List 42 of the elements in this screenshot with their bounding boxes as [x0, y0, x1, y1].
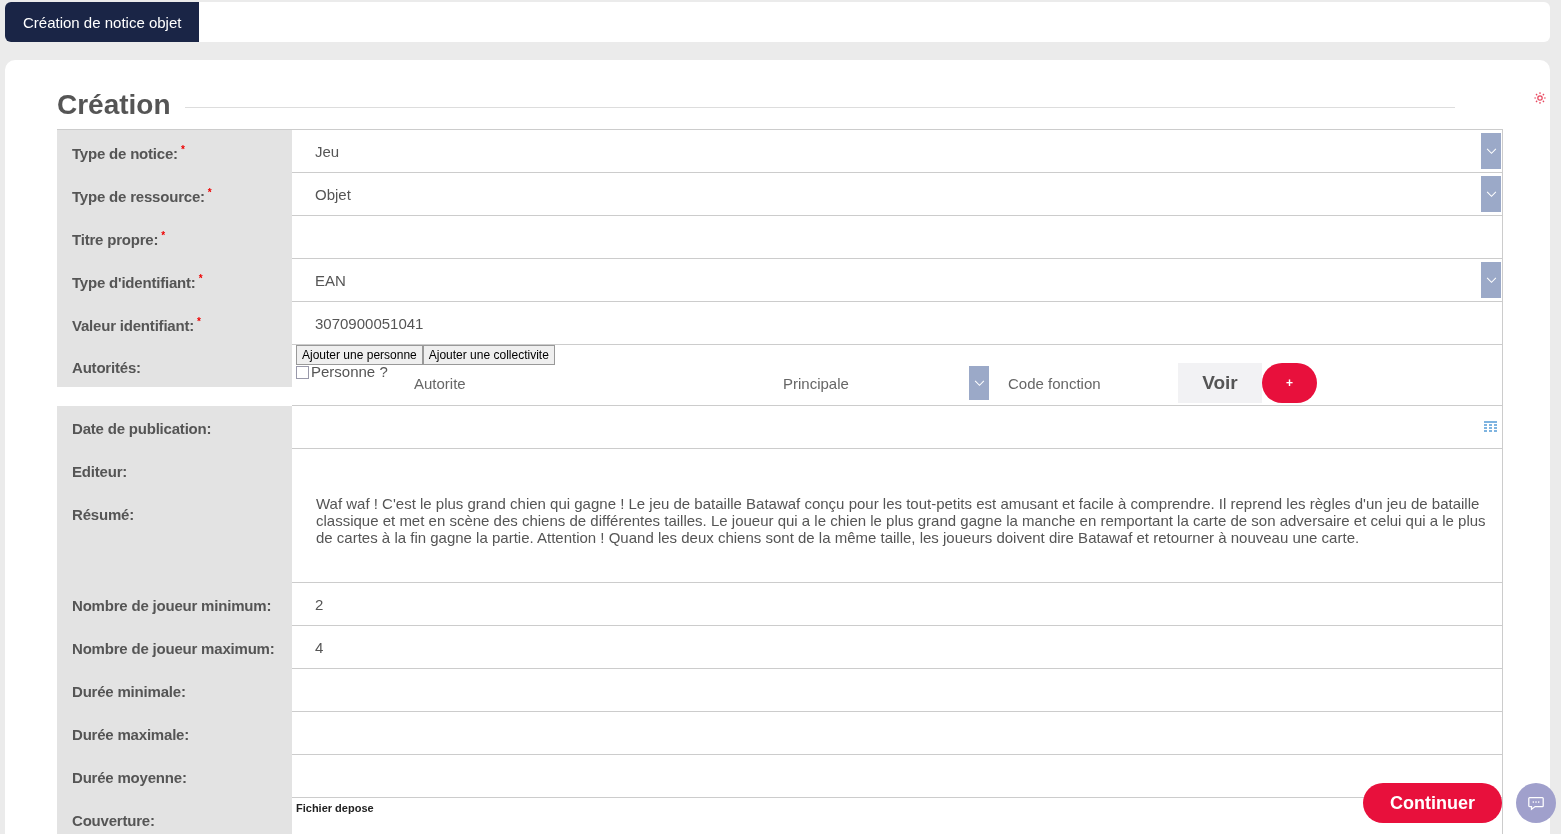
select-field[interactable]: Jeu	[292, 130, 1502, 172]
select-field[interactable]: EAN	[292, 259, 1502, 301]
input-field[interactable]: 2	[292, 583, 1502, 625]
principal-select[interactable]: Principale	[783, 374, 969, 392]
field-label: Date de publication:	[72, 420, 212, 437]
field-label: Résumé:	[72, 506, 134, 523]
field-label: Nombre de joueur maximum:	[72, 640, 275, 657]
field-label: Editeur:	[72, 463, 128, 480]
file-status: Fichier depose	[296, 802, 374, 814]
view-button[interactable]: Voir	[1178, 363, 1262, 403]
field-label: Type de ressource: $^{*}$	[72, 188, 212, 205]
authority-field[interactable]: Autorite	[414, 374, 783, 392]
page-tab[interactable]: Création de notice objet	[5, 2, 200, 42]
field-label: Durée maximale:	[72, 726, 190, 743]
function-code-field[interactable]: Code fonction	[1008, 374, 1178, 392]
field-label: Titre propre: $^{*}$	[72, 231, 165, 248]
continue-button[interactable]: Continuer	[1363, 783, 1502, 823]
settings-icon[interactable]	[1533, 91, 1547, 105]
field-label: Nombre de joueur minimum:	[72, 597, 272, 614]
field-label: Couverture:	[72, 812, 155, 829]
input-field[interactable]: 3070900051041	[292, 302, 1502, 344]
add-button[interactable]: Ajouter une personne	[296, 345, 423, 365]
chat-bubble-icon	[1527, 794, 1545, 812]
input-field[interactable]: 4	[292, 626, 1502, 668]
caret-icon[interactable]	[969, 366, 989, 400]
field-label: Type d'identifiant: $^{*}$	[72, 274, 203, 291]
caret-icon	[1481, 176, 1501, 212]
caret-icon	[1481, 133, 1501, 169]
calendar-icon[interactable]	[1484, 420, 1497, 432]
field-label: Autorités:	[72, 359, 141, 376]
add-authority-button[interactable]: +	[1262, 363, 1317, 403]
select-field[interactable]: Objet	[292, 173, 1502, 215]
field-label: Durée minimale:	[72, 683, 186, 700]
field-label: Valeur identifiant: $^{*}$	[72, 317, 201, 334]
field-label: Durée moyenne:	[72, 769, 187, 786]
caret-icon	[1481, 262, 1501, 298]
section-title: Création	[57, 89, 171, 121]
summary-textarea[interactable]: Waf waf ! C'est le plus grand chien qui gagne ! Le jeu de bataille Batawaf conçu pour les tout-petits est amusant et facile à comprendre. Il reprend les règles d'un jeu de bataille classique et met en scène des chiens de différentes tailles. Le joueur qui a le chien le plus grand gagne la manche en remportant la carte de son adversaire et celui qui a le plus de cartes à la fin gagne la partie. Attention ! Quand les deux chiens sont de la même taille, les joueurs doivent dire Batawaf et retourner à nouveau une carte.	[292, 492, 1502, 582]
checkbox[interactable]	[296, 366, 309, 379]
checkbox-label: Personne ?	[311, 363, 388, 380]
field-label: Type de notice: $^{*}$	[72, 145, 185, 162]
add-button[interactable]: Ajouter une collectivite	[422, 345, 555, 365]
